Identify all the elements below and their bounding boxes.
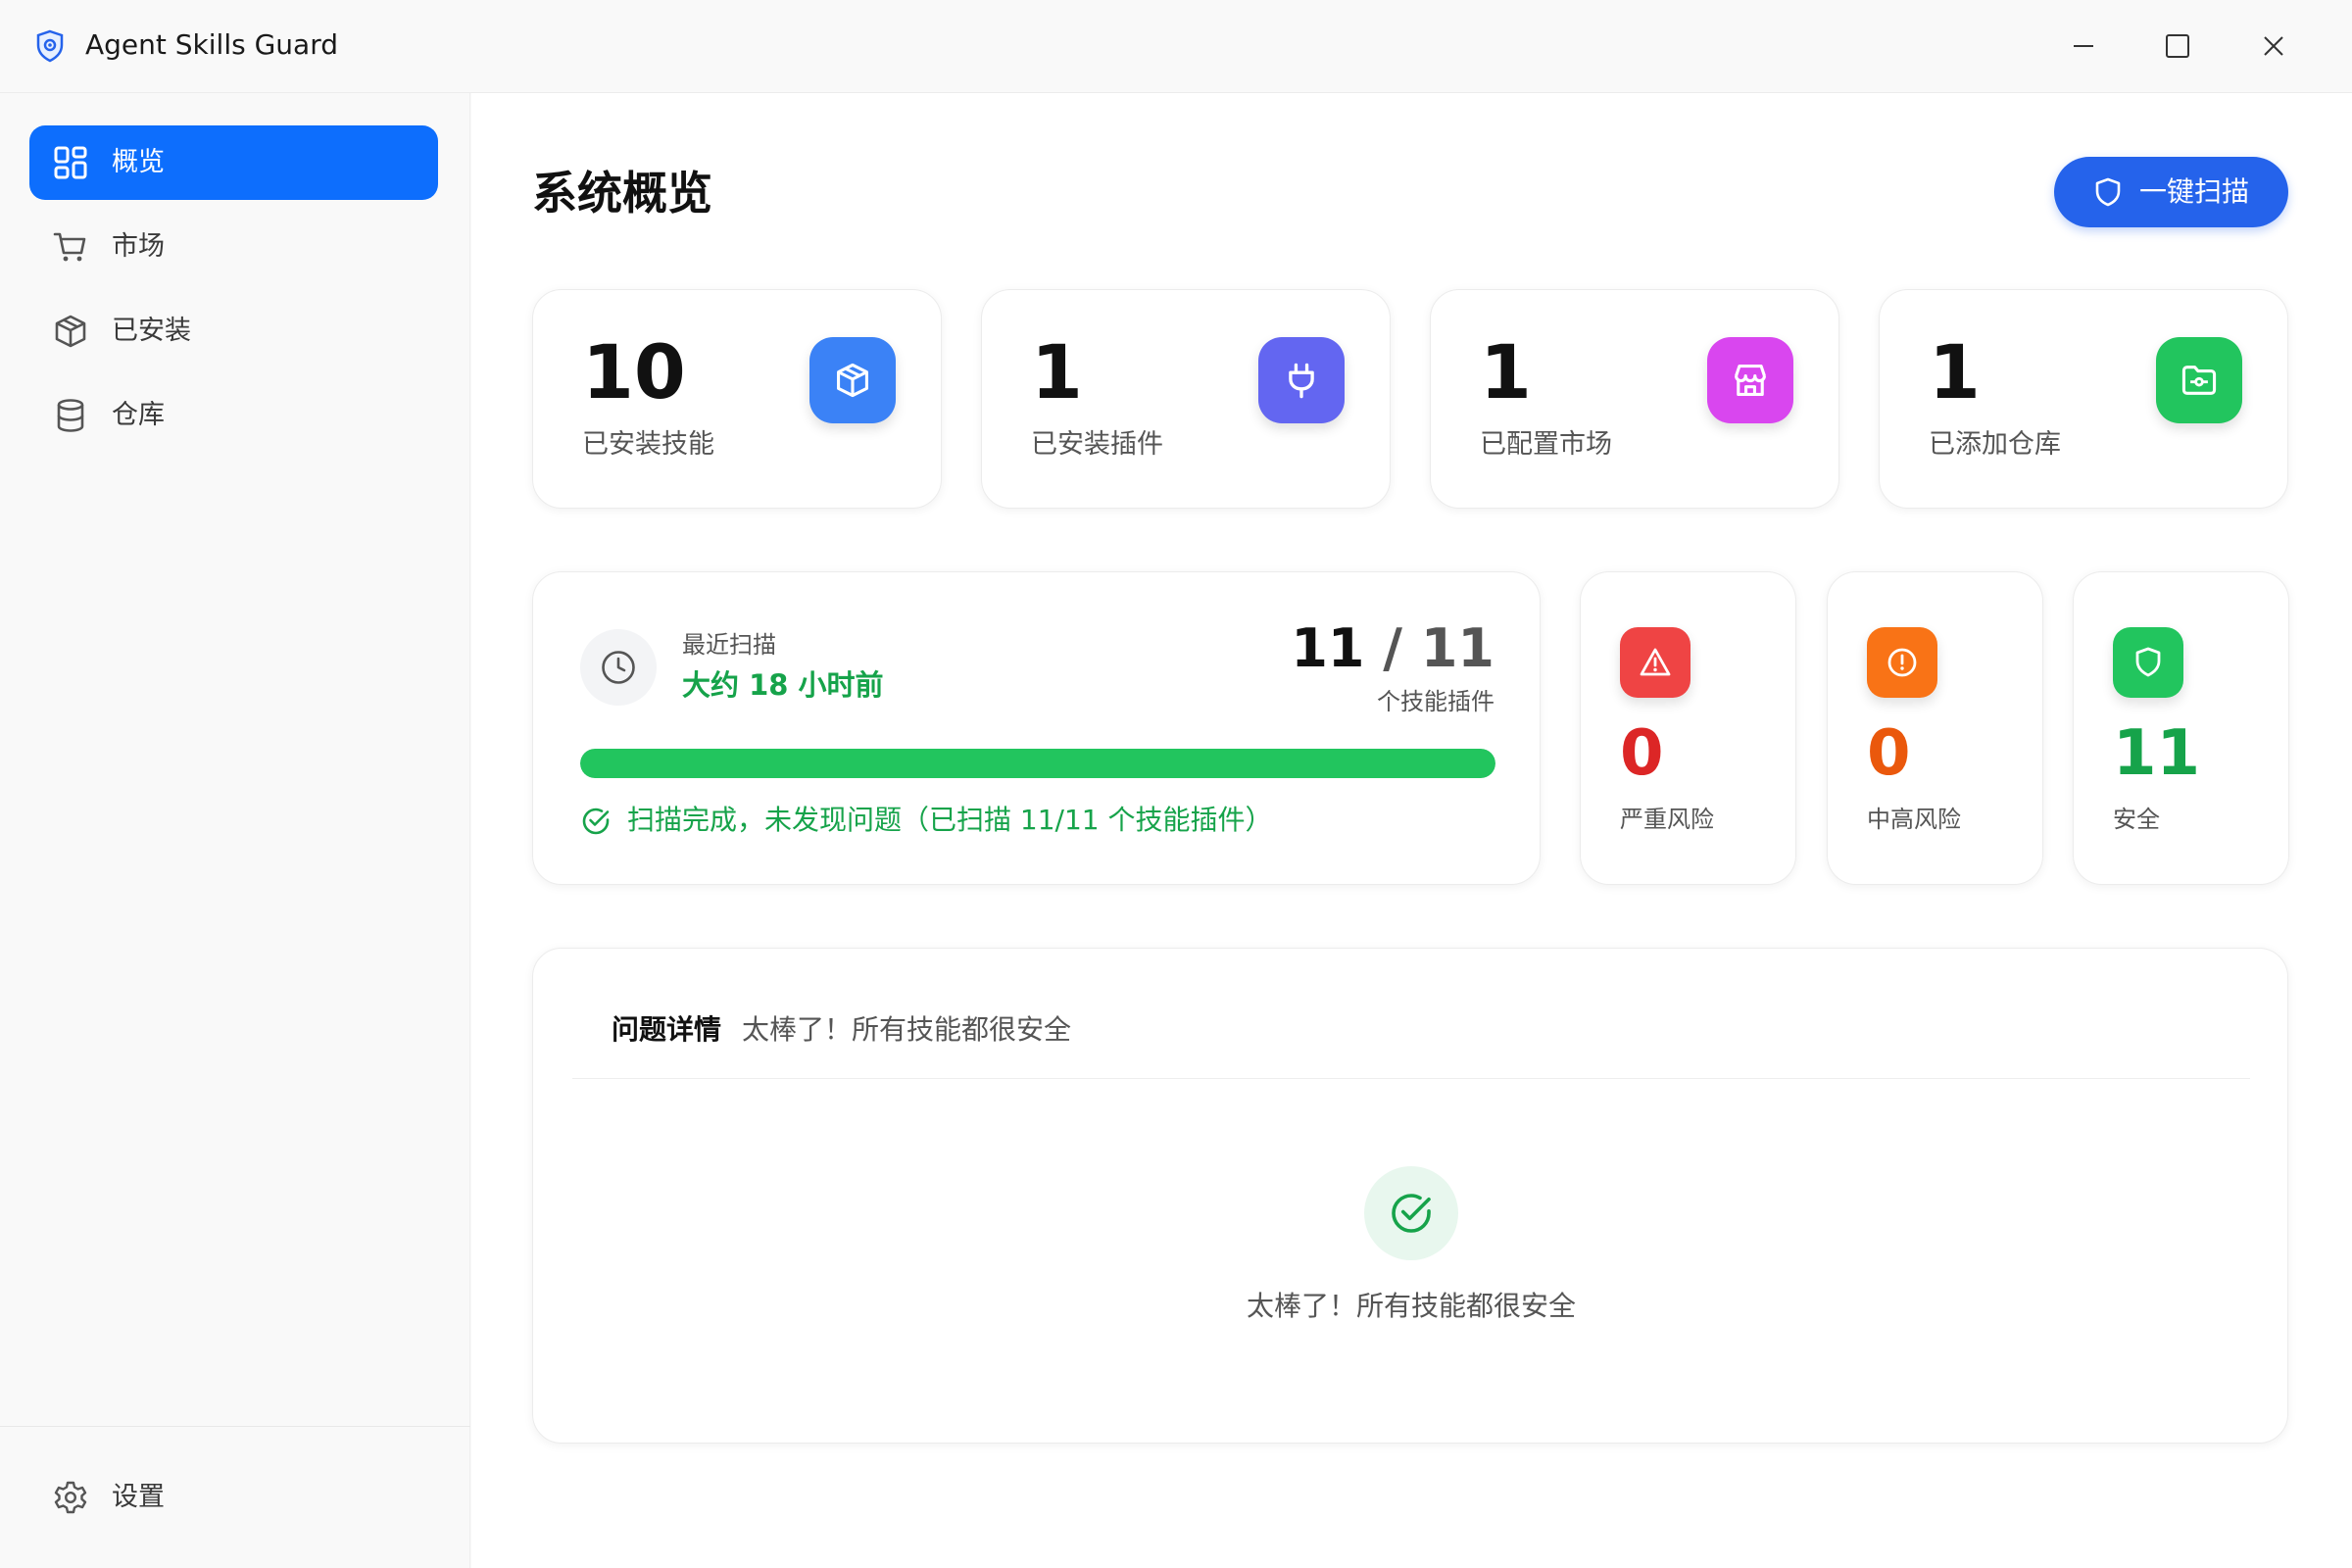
risk-value: 0 — [1620, 717, 1664, 790]
warning-triangle-icon — [1640, 648, 1671, 676]
risk-card-high: 0 中高风险 — [1827, 571, 2043, 885]
app-logo-icon — [36, 29, 64, 63]
sidebar-item-installed[interactable]: 已安装 — [29, 294, 438, 368]
scan-progress-fill — [580, 749, 1495, 778]
shield-icon — [2135, 647, 2161, 677]
stat-value: 1 — [1480, 328, 1532, 416]
issues-title: 问题详情 — [612, 1013, 722, 1046]
empty-state-text: 太棒了！所有技能都很安全 — [1246, 1290, 1576, 1322]
sidebar-item-label: 已安装 — [112, 316, 191, 346]
sidebar-item-overview[interactable]: 概览 — [29, 125, 438, 200]
sidebar-item-label: 市场 — [112, 231, 165, 262]
scan-progress-bar — [580, 749, 1495, 778]
main-content: 系统概览 一键扫描 10 已安装技能 1 已安装插件 1 已配置市场 1 已添加… — [471, 93, 2352, 1568]
risk-label: 中高风险 — [1867, 806, 1961, 833]
risk-icon-badge — [2113, 627, 2183, 698]
recent-scan-time: 大约 18 小时前 — [682, 668, 884, 702]
alert-circle-icon — [1887, 648, 1917, 677]
risk-icon-badge — [1867, 627, 1937, 698]
cart-icon — [53, 232, 86, 262]
total-count: 11 — [1420, 617, 1494, 679]
check-circle-icon — [582, 808, 610, 835]
risk-card-safe: 11 安全 — [2073, 571, 2289, 885]
issues-detail-card: 问题详情 太棒了！所有技能都很安全 太棒了！所有技能都很安全 — [532, 948, 2288, 1444]
folder-icon — [2181, 366, 2217, 395]
shield-icon — [2095, 177, 2121, 207]
recent-scan-label: 最近扫描 — [682, 631, 776, 659]
stat-icon-badge — [809, 337, 896, 423]
scanned-count: 11 — [1291, 617, 1365, 679]
store-icon — [1735, 365, 1766, 396]
scan-status-text: 扫描完成，未发现问题（已扫描 11/11 个技能插件） — [627, 804, 1273, 836]
stat-label: 已配置市场 — [1480, 429, 1612, 460]
risk-value: 0 — [1867, 717, 1911, 790]
title-bar: Agent Skills Guard — [0, 0, 2352, 93]
sidebar-item-label: 仓库 — [112, 400, 165, 430]
risk-label: 安全 — [2113, 806, 2160, 833]
one-click-scan-button[interactable]: 一键扫描 — [2054, 157, 2288, 227]
maximize-button[interactable] — [2150, 22, 2205, 71]
sidebar-item-label: 概览 — [112, 147, 165, 177]
recent-scan-card: 最近扫描 大约 18 小时前 11 / 11 个技能插件 扫描完成，未发现问题（… — [532, 571, 1541, 885]
sidebar-item-label: 设置 — [112, 1482, 165, 1512]
sidebar-divider — [0, 1426, 470, 1427]
scan-button-label: 一键扫描 — [2139, 175, 2250, 208]
minimize-button[interactable] — [2056, 22, 2111, 71]
package-icon — [55, 315, 86, 348]
stat-card-skills: 10 已安装技能 — [532, 289, 942, 509]
grid-icon — [54, 146, 87, 179]
stat-label: 已安装插件 — [1031, 429, 1163, 460]
scan-count-unit: 个技能插件 — [1377, 688, 1494, 715]
gear-icon — [54, 1481, 87, 1514]
stat-value: 10 — [582, 328, 686, 416]
check-circle-icon — [1392, 1194, 1431, 1233]
issues-subtitle: 太棒了！所有技能都很安全 — [742, 1013, 1072, 1046]
database-icon — [57, 399, 84, 432]
stat-card-repositories: 1 已添加仓库 — [1879, 289, 2288, 509]
stat-card-markets: 1 已配置市场 — [1430, 289, 1839, 509]
scan-count: 11 / 11 — [1291, 619, 1494, 678]
risk-icon-badge — [1620, 627, 1690, 698]
close-icon — [2264, 36, 2283, 56]
clock-icon-badge — [580, 629, 657, 706]
clock-icon — [602, 651, 635, 684]
plug-icon — [1289, 363, 1314, 399]
stat-value: 1 — [1929, 328, 1981, 416]
sidebar-item-market[interactable]: 市场 — [29, 210, 438, 284]
stat-label: 已安装技能 — [582, 429, 714, 460]
maximize-icon — [2166, 34, 2189, 58]
stat-icon-badge — [1707, 337, 1793, 423]
stat-value: 1 — [1031, 328, 1083, 416]
minimize-icon — [2074, 45, 2093, 47]
app-title: Agent Skills Guard — [85, 28, 338, 61]
stat-icon-badge — [1258, 337, 1345, 423]
empty-state-icon-badge — [1364, 1166, 1458, 1260]
stat-card-plugins: 1 已安装插件 — [981, 289, 1391, 509]
sidebar-item-repository[interactable]: 仓库 — [29, 378, 438, 453]
issues-divider — [572, 1078, 2250, 1079]
sidebar: 概览 市场 已安装 仓库 设置 — [0, 93, 470, 1568]
risk-value: 11 — [2113, 717, 2201, 790]
stat-icon-badge — [2156, 337, 2242, 423]
close-button[interactable] — [2246, 22, 2301, 71]
stat-label: 已添加仓库 — [1929, 429, 2061, 460]
risk-label: 严重风险 — [1620, 806, 1714, 833]
package-icon — [837, 363, 868, 398]
scan-count-separator: / — [1383, 617, 1403, 679]
sidebar-item-settings[interactable]: 设置 — [29, 1460, 438, 1535]
risk-card-critical: 0 严重风险 — [1580, 571, 1796, 885]
page-title: 系统概览 — [532, 167, 712, 220]
